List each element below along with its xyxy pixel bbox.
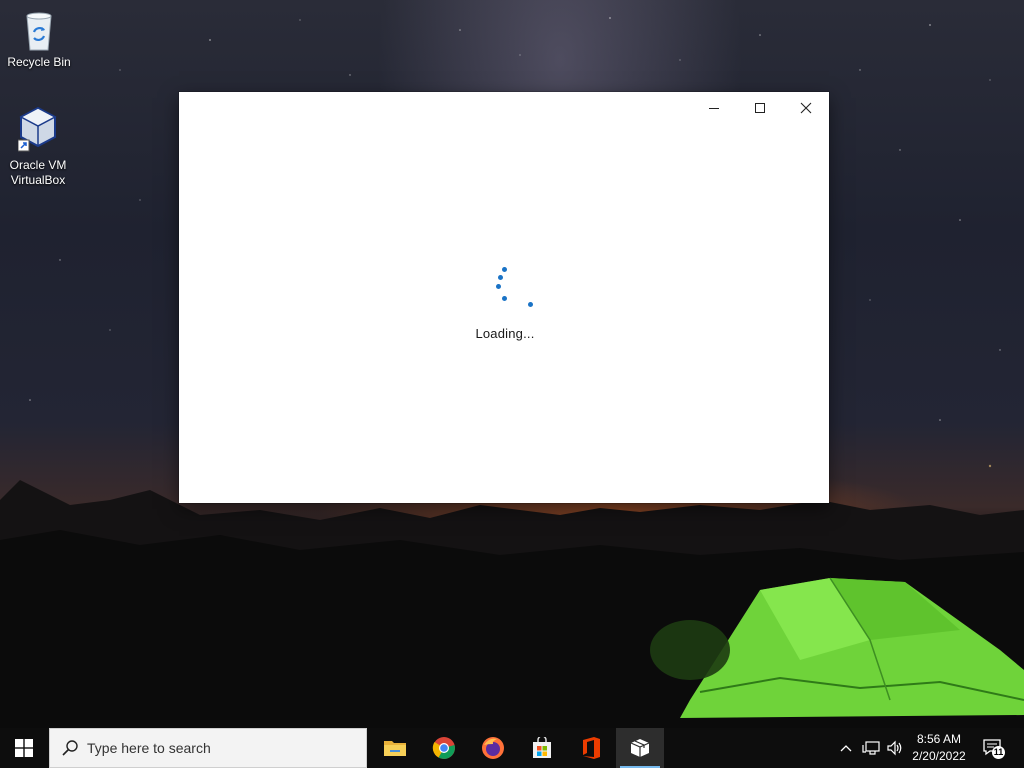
recycle-bin-label: Recycle Bin [7, 55, 71, 69]
desktop-icon-virtualbox[interactable]: Oracle VM VirtualBox [2, 106, 74, 188]
start-button[interactable] [0, 728, 48, 768]
tray-network-button[interactable] [860, 728, 882, 768]
firefox-icon [482, 737, 504, 759]
app-window: Loading... [179, 92, 829, 503]
action-center-button[interactable]: 11 [978, 728, 1008, 768]
tray-show-hidden-button[interactable] [836, 728, 856, 768]
taskbar-search-box[interactable]: Type here to search [49, 728, 367, 768]
clock-time: 8:56 AM [916, 732, 962, 746]
minimize-icon [709, 108, 719, 109]
notification-count-badge: 11 [992, 746, 1005, 759]
minimize-button[interactable] [691, 92, 737, 124]
network-icon [862, 741, 880, 755]
virtualbox-label-line1: Oracle VM [9, 158, 67, 172]
search-placeholder: Type here to search [87, 740, 211, 756]
speaker-icon [887, 740, 902, 756]
maximize-button[interactable] [737, 92, 783, 124]
taskbar-file-explorer[interactable] [371, 728, 419, 768]
virtualbox-label-line2: VirtualBox [10, 173, 66, 187]
taskbar-chrome[interactable] [420, 728, 468, 768]
taskbar: Type here to search 8:56 AM 2/20/2022 11 [0, 728, 1024, 768]
folder-icon [384, 741, 406, 756]
taskbar-office[interactable] [567, 728, 615, 768]
close-icon [800, 102, 812, 114]
taskbar-clock[interactable]: 8:56 AM 2/20/2022 [906, 731, 972, 765]
desktop-icon-recycle-bin[interactable]: Recycle Bin [3, 8, 75, 70]
close-button[interactable] [783, 92, 829, 124]
window-titlebar[interactable] [179, 92, 829, 124]
maximize-icon [755, 103, 765, 113]
taskbar-package-app[interactable] [616, 728, 664, 768]
chrome-icon [432, 737, 455, 759]
search-icon [62, 740, 78, 756]
taskbar-firefox[interactable] [469, 728, 517, 768]
chevron-up-icon [840, 745, 852, 752]
recycle-bin-icon [19, 8, 59, 52]
windows-logo-icon [15, 739, 33, 757]
taskbar-store[interactable] [518, 728, 566, 768]
tray-volume-button[interactable] [884, 728, 906, 768]
store-icon [533, 737, 551, 758]
package-icon [630, 739, 650, 757]
spinner-icon [474, 267, 534, 311]
clock-date: 2/20/2022 [912, 749, 966, 763]
office-icon [583, 737, 600, 759]
loading-indicator: Loading... [179, 267, 829, 341]
loading-text: Loading... [475, 326, 535, 341]
virtualbox-icon [17, 106, 58, 152]
